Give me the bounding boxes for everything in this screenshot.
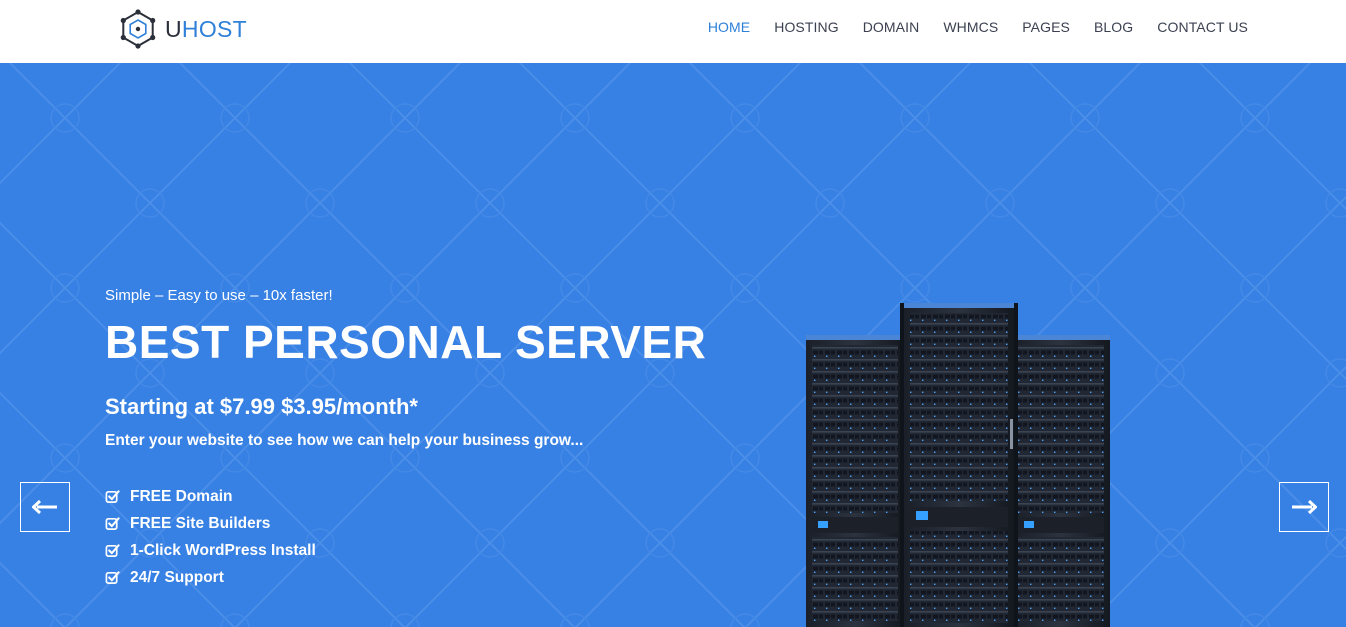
main-nav: HOME HOSTING DOMAIN WHMCS PAGES BLOG CON… [684, 0, 1248, 54]
list-item: FREE Domain [105, 483, 316, 510]
list-item: FREE Site Builders [105, 510, 316, 537]
check-square-icon [105, 517, 120, 530]
logo[interactable]: UHOST [118, 9, 247, 49]
nav-item-pages[interactable]: PAGES [1022, 19, 1070, 35]
nav-item-domain[interactable]: DOMAIN [863, 19, 920, 35]
nav-item-whmcs[interactable]: WHMCS [943, 19, 998, 35]
check-square-icon [105, 490, 120, 503]
feature-label: FREE Domain [130, 487, 233, 505]
nav-item-home[interactable]: HOME [708, 19, 750, 35]
hero-subtitle: Simple – Easy to use – 10x faster! [105, 287, 333, 304]
hero-price: Starting at $7.99 $3.95/month* [105, 394, 418, 419]
arrow-right-icon [1292, 500, 1317, 514]
hero-title: BEST PERSONAL SERVER [105, 316, 707, 368]
nav-item-blog[interactable]: BLOG [1094, 19, 1133, 35]
check-square-icon [105, 544, 120, 557]
nav-item-contact-us[interactable]: CONTACT US [1157, 19, 1248, 35]
arrow-left-icon [32, 500, 57, 514]
brand-name: UHOST [165, 15, 248, 42]
feature-label: 24/7 Support [130, 568, 224, 586]
feature-label: 1-Click WordPress Install [130, 541, 316, 559]
site-header: UHOST HOME HOSTING DOMAIN WHMCS PAGES BL… [0, 0, 1346, 63]
slider-prev-button[interactable] [20, 482, 70, 532]
check-square-icon [105, 571, 120, 584]
list-item: 1-Click WordPress Install [105, 537, 316, 564]
hexagon-network-icon [120, 9, 156, 49]
feature-list: FREE Domain FREE Site Builders 1-Click W… [105, 483, 316, 591]
hero-tagline: Enter your website to see how we can hel… [105, 432, 584, 449]
brand-name-part2: HOST [181, 15, 248, 42]
server-racks-image [806, 303, 1110, 627]
feature-label: FREE Site Builders [130, 514, 271, 532]
nav-item-hosting[interactable]: HOSTING [774, 19, 838, 35]
list-item: 24/7 Support [105, 564, 316, 591]
hero-slider: Simple – Easy to use – 10x faster! BEST … [0, 63, 1346, 627]
slider-next-button[interactable] [1279, 482, 1329, 532]
brand-name-part1: U [165, 15, 182, 42]
